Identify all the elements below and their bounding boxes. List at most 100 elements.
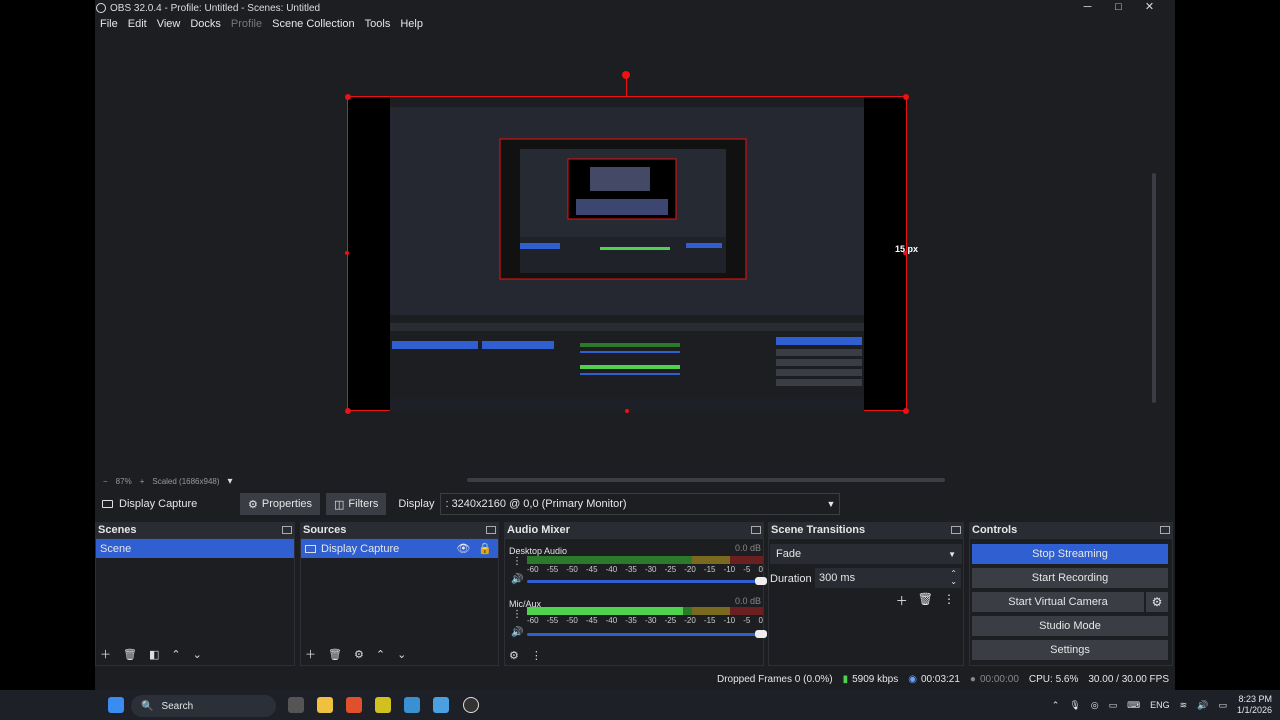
display-select[interactable]: : 3240x2160 @ 0,0 (Primary Monitor) ▼ (440, 493, 841, 515)
file-explorer-icon[interactable] (317, 697, 333, 713)
scene-item[interactable]: Scene (96, 539, 294, 558)
distance-label: 15 px (895, 244, 919, 254)
advanced-audio-icon[interactable]: ⚙ (509, 649, 519, 662)
undock-icon[interactable] (282, 526, 292, 534)
move-down-icon[interactable]: ⌄ (193, 648, 202, 661)
rotation-handle[interactable] (622, 71, 630, 79)
sources-list: Display Capture 👁 🔒 ＋ 🗑 ⚙ ⌃ ⌄ (300, 538, 499, 666)
speaker-icon[interactable]: 🔊 (511, 574, 523, 585)
volume-slider[interactable] (527, 630, 767, 638)
start-recording-button[interactable]: Start Recording (972, 568, 1168, 588)
kebab-menu-icon[interactable]: ⋮ (512, 556, 522, 567)
kebab-menu-icon[interactable]: ⋮ (943, 592, 955, 609)
add-icon[interactable]: ＋ (305, 646, 316, 662)
volume-icon[interactable]: 🔊 (1197, 700, 1208, 711)
zoom-out-button[interactable]: − (103, 477, 108, 486)
menu-scene-collection[interactable]: Scene Collection (267, 16, 360, 32)
selected-source-label: Display Capture (119, 498, 198, 510)
clock-time: 8:23 PM (1238, 694, 1272, 704)
studio-mode-button[interactable]: Studio Mode (972, 616, 1168, 636)
undock-icon[interactable] (751, 526, 761, 534)
menu-tools[interactable]: Tools (360, 16, 396, 32)
windows-start-icon[interactable] (108, 697, 124, 713)
resize-handle-left[interactable] (345, 251, 349, 255)
kebab-menu-icon[interactable]: ⋮ (531, 649, 542, 662)
meter-tick-label: -35 (625, 616, 637, 625)
add-icon[interactable]: ＋ (100, 646, 111, 662)
duration-spinbox[interactable]: 300 ms ⌃ ⌄ (815, 568, 961, 588)
meter-tick-label: -60 (527, 565, 539, 574)
language-indicator[interactable]: ENG (1150, 700, 1170, 710)
meter-tick-label: -25 (664, 565, 677, 574)
undock-icon[interactable] (951, 526, 961, 534)
system-tray: ⌃ 🎙 ◎ ▭ ⌨ ENG ≋ 🔊 ▭ 8:23 PM 1/1/2026 (1052, 690, 1280, 720)
filters-label: Filters (348, 498, 379, 510)
undock-icon[interactable] (1160, 526, 1170, 534)
filter-icon[interactable]: ◧ (149, 648, 159, 661)
preview-area[interactable]: 15 px (95, 33, 1161, 482)
menu-profile[interactable]: Profile (226, 16, 267, 32)
photos-icon[interactable] (404, 697, 420, 713)
eye-icon[interactable]: 👁 (456, 542, 470, 555)
filters-button[interactable]: ◫ Filters (326, 493, 387, 515)
microphone-icon[interactable]: 🎙 (1069, 700, 1080, 711)
virtual-camera-settings-button[interactable]: ⚙ (1146, 592, 1168, 612)
move-up-icon[interactable]: ⌃ (171, 648, 180, 661)
menu-help[interactable]: Help (395, 16, 428, 32)
task-view-icon[interactable] (288, 697, 304, 713)
meter-tick-label: -40 (605, 565, 618, 574)
speaker-icon[interactable]: 🔊 (511, 627, 523, 638)
trash-icon[interactable]: 🗑 (328, 648, 342, 661)
maximize-button[interactable]: □ (1103, 0, 1134, 15)
scale-dropdown-icon[interactable]: ▾ (228, 476, 233, 487)
preview-vertical-scrollbar[interactable] (1152, 173, 1156, 403)
obs-taskbar-icon[interactable] (463, 697, 479, 713)
resize-handle-top-right[interactable] (903, 94, 909, 100)
battery-icon[interactable]: ▭ (1218, 700, 1227, 711)
preview-canvas[interactable] (347, 96, 907, 411)
display-icon[interactable]: ▭ (1109, 700, 1118, 711)
keyboard-icon[interactable]: ⌨ (1127, 700, 1140, 711)
controls-dock: Controls Stop Streaming Start Recording … (969, 522, 1173, 666)
stop-streaming-button[interactable]: Stop Streaming (972, 544, 1168, 564)
wifi-icon[interactable]: ≋ (1180, 700, 1188, 711)
trash-icon[interactable]: 🗑 (918, 592, 933, 609)
spin-arrows-icon[interactable]: ⌃ ⌄ (950, 570, 957, 586)
brave-browser-icon[interactable] (346, 697, 362, 713)
properties-button[interactable]: ⚙ Properties (240, 493, 321, 515)
settings-button[interactable]: Settings (972, 640, 1168, 660)
minimize-button[interactable]: ─ (1072, 0, 1103, 15)
menu-file[interactable]: File (95, 16, 123, 32)
resize-handle-bottom-right[interactable] (903, 408, 909, 414)
kebab-menu-icon[interactable]: ⋮ (512, 609, 522, 620)
volume-knob[interactable] (755, 630, 767, 638)
start-virtual-camera-button[interactable]: Start Virtual Camera (972, 592, 1144, 612)
transition-select[interactable]: Fade ▼ (770, 544, 962, 564)
close-button[interactable]: ✕ (1134, 0, 1165, 15)
taskbar-search[interactable]: 🔍 Search (131, 695, 276, 717)
volume-slider[interactable] (527, 577, 767, 585)
location-icon[interactable]: ◎ (1091, 700, 1099, 711)
resize-handle-top-left[interactable] (345, 94, 351, 100)
menu-edit[interactable]: Edit (123, 16, 152, 32)
resize-handle-bottom[interactable] (625, 409, 629, 413)
clock[interactable]: 8:23 PM 1/1/2026 (1237, 694, 1272, 716)
menu-view[interactable]: View (152, 16, 186, 32)
app-icon[interactable] (375, 697, 391, 713)
zoom-in-button[interactable]: + (140, 477, 145, 486)
move-down-icon[interactable]: ⌄ (397, 648, 406, 661)
scene-transitions-header: Scene Transitions (768, 522, 964, 538)
move-up-icon[interactable]: ⌃ (376, 648, 385, 661)
trash-icon[interactable]: 🗑 (123, 648, 137, 661)
resize-handle-bottom-left[interactable] (345, 408, 351, 414)
menu-docks[interactable]: Docks (185, 16, 226, 32)
gear-icon[interactable]: ⚙ (354, 648, 364, 661)
lock-icon[interactable]: 🔒 (478, 542, 492, 555)
source-item[interactable]: Display Capture 👁 🔒 (301, 539, 498, 558)
volume-knob[interactable] (755, 577, 767, 585)
taskbar: 🔍 Search ⌃ 🎙 ◎ ▭ ⌨ ENG ≋ 🔊 ▭ 8:23 PM 1/1… (0, 690, 1280, 720)
add-icon[interactable]: ＋ (896, 592, 908, 609)
notepad-icon[interactable] (433, 697, 449, 713)
chevron-up-icon[interactable]: ⌃ (1052, 700, 1060, 711)
undock-icon[interactable] (486, 526, 496, 534)
